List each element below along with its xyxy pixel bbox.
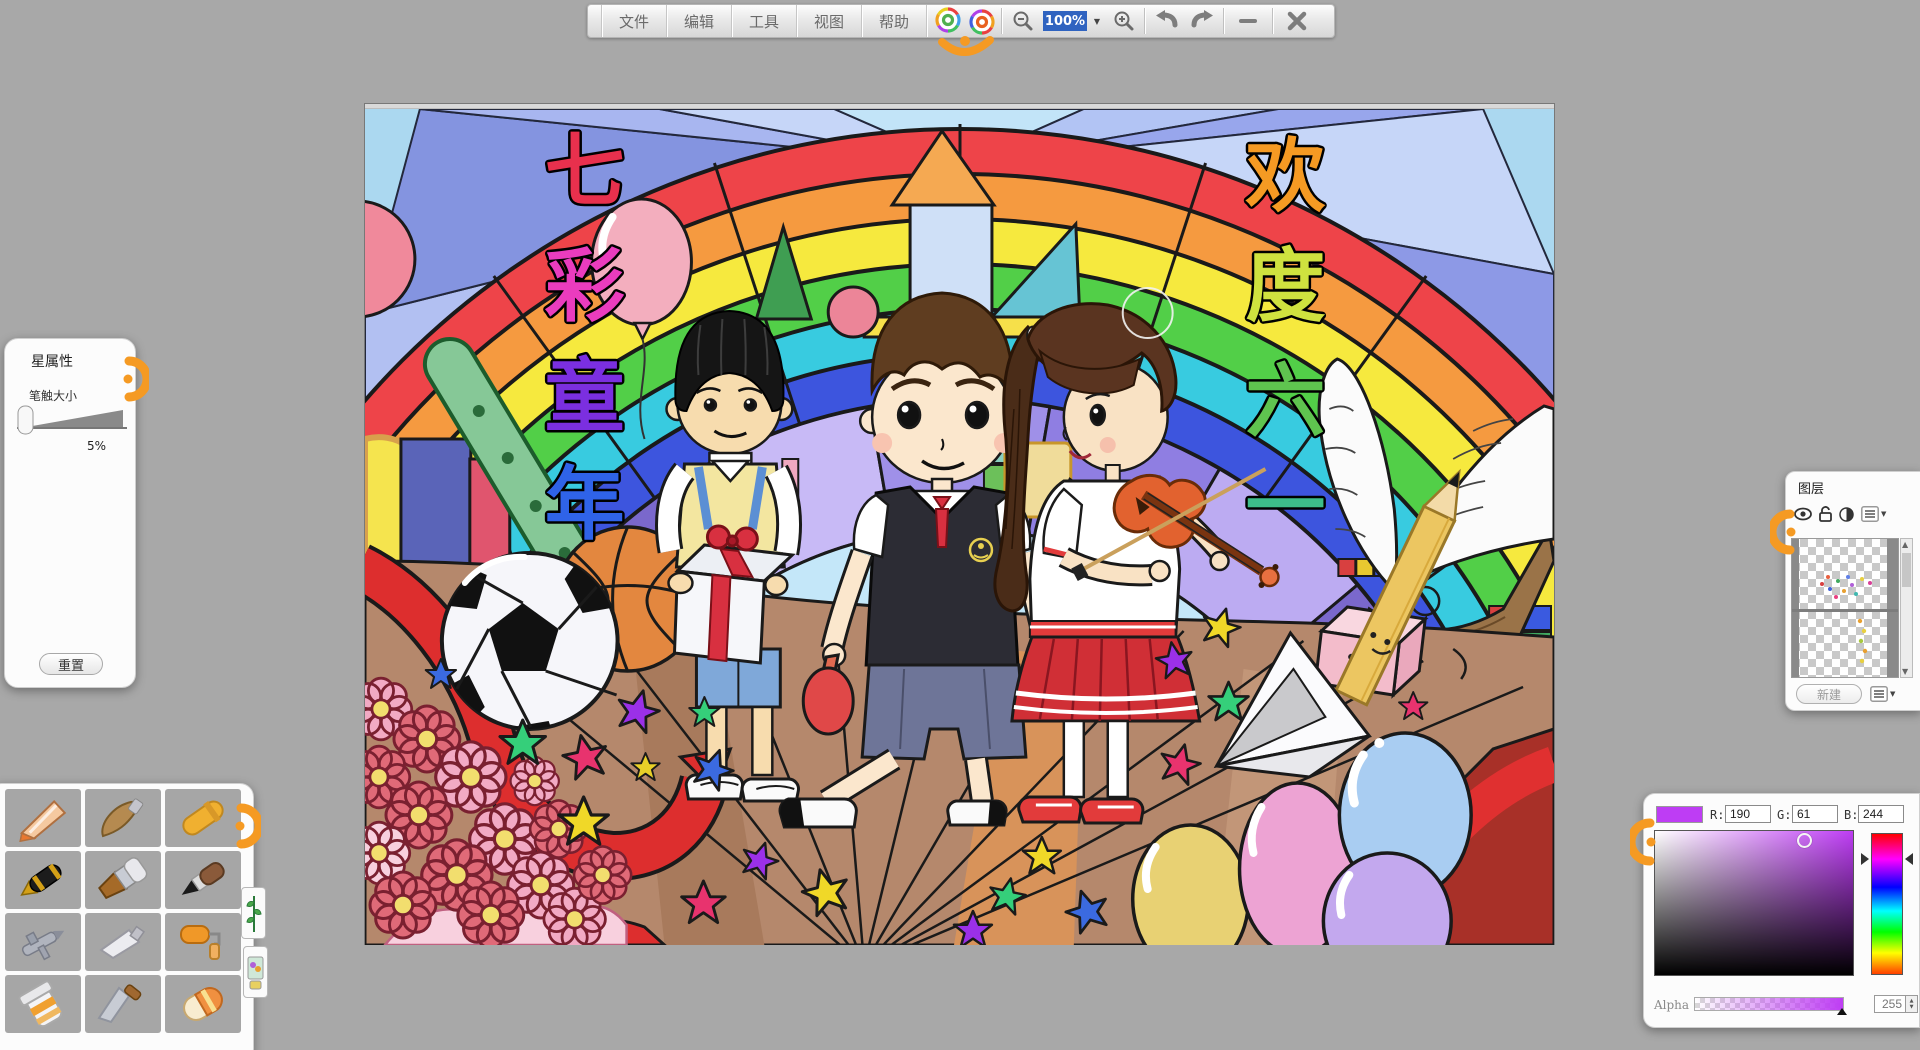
title-char: 一: [1246, 460, 1326, 553]
layers-collapse-handle[interactable]: [1770, 508, 1800, 556]
tool-paint-jar[interactable]: [5, 975, 81, 1033]
saturation-value-picker[interactable]: [1654, 830, 1854, 976]
list-icon: [1870, 686, 1888, 702]
zoom-in-button[interactable]: [1105, 5, 1142, 37]
title-char: 度: [1246, 240, 1326, 333]
r-input[interactable]: [1725, 805, 1771, 823]
alpha-spinner[interactable]: ▲ ▼: [1906, 995, 1918, 1013]
plant-stamp-icon: [246, 892, 262, 934]
b-input[interactable]: [1858, 805, 1904, 823]
hue-marker-right[interactable]: [1905, 853, 1913, 865]
g-input[interactable]: [1792, 805, 1838, 823]
app-clown-logo: [916, 0, 1016, 60]
hue-marker-left[interactable]: [1861, 853, 1869, 865]
tool-airbrush[interactable]: [5, 913, 81, 971]
palette-collapse-handle[interactable]: [231, 802, 261, 850]
star-panel-title: 星属性: [31, 351, 73, 371]
stamp-tab-picture[interactable]: [243, 946, 268, 998]
menu-edit[interactable]: 编辑: [667, 5, 732, 37]
panel-collapse-handle[interactable]: [119, 355, 149, 403]
close-button[interactable]: [1275, 5, 1319, 37]
zoom-level-dropdown[interactable]: ▼: [1089, 5, 1105, 37]
reset-button[interactable]: 重置: [39, 653, 103, 675]
dropdown-caret-icon: ▼: [1890, 690, 1895, 698]
spin-down-icon[interactable]: ▼: [1910, 1004, 1914, 1010]
dropdown-caret-icon: ▼: [1881, 510, 1886, 518]
brush-size-value: 5%: [87, 439, 106, 453]
title-char: 年: [545, 458, 625, 551]
alpha-label: Alpha: [1654, 998, 1689, 1012]
scroll-thumb[interactable]: [1902, 553, 1911, 587]
artwork: 七 彩 童 年 欢 度 六 一: [365, 109, 1554, 945]
toolbar-grip: [588, 5, 602, 37]
tool-palette-knife[interactable]: [85, 975, 161, 1033]
minimize-icon: [1238, 17, 1258, 25]
scroll-up-icon[interactable]: ▲: [1902, 540, 1908, 549]
new-layer-button[interactable]: 新建: [1796, 684, 1862, 704]
layer-scrollbar[interactable]: ▲ ▼: [1900, 538, 1913, 678]
tool-wood-pen[interactable]: [85, 789, 161, 847]
redo-button[interactable]: [1184, 5, 1221, 37]
color-collapse-handle[interactable]: [1630, 816, 1660, 868]
list-icon: [1861, 506, 1879, 522]
alpha-input[interactable]: [1874, 995, 1906, 1013]
current-color-swatch: [1656, 806, 1703, 823]
layer-thumbnails: [1792, 539, 1899, 678]
tool-crayon[interactable]: [165, 789, 241, 847]
layers-panel: 图层 ▼: [1785, 471, 1920, 711]
tool-fountain-pen[interactable]: [5, 851, 81, 909]
slider-thumb[interactable]: [18, 406, 33, 434]
menu-tools[interactable]: 工具: [732, 5, 797, 37]
r-label: R:: [1710, 808, 1724, 822]
title-char: 七: [545, 125, 625, 218]
minimize-button[interactable]: [1226, 5, 1270, 37]
lock-icon[interactable]: [1819, 506, 1832, 522]
brush-palette-panel: [0, 783, 254, 1050]
layer-options-button[interactable]: ▼: [1870, 686, 1895, 702]
close-icon: [1287, 11, 1307, 31]
hue-bar[interactable]: [1871, 833, 1903, 975]
layer-list[interactable]: [1791, 538, 1899, 678]
zoom-in-icon: [1113, 10, 1135, 32]
tool-calligraphy-brush[interactable]: [165, 851, 241, 909]
g-label: G:: [1777, 808, 1791, 822]
picture-stamp-icon: [247, 951, 264, 993]
menu-view[interactable]: 视图: [797, 5, 862, 37]
star-properties-panel: 星属性 笔触大小 5% 重置: [4, 338, 136, 688]
zoom-level-value[interactable]: 100%: [1043, 11, 1087, 31]
b-label: B:: [1844, 808, 1858, 822]
sv-cursor[interactable]: [1797, 833, 1812, 848]
scroll-down-icon[interactable]: ▼: [1902, 667, 1908, 676]
tool-flat-brush[interactable]: [85, 851, 161, 909]
alpha-marker[interactable]: [1837, 1008, 1847, 1015]
alpha-bar[interactable]: [1694, 997, 1844, 1011]
menu-file[interactable]: 文件: [602, 5, 667, 37]
brush-size-label: 笔触大小: [29, 387, 77, 404]
tool-eraser[interactable]: [165, 975, 241, 1033]
title-char: 欢: [1245, 130, 1326, 223]
undo-button[interactable]: [1147, 5, 1184, 37]
layer-menu-button[interactable]: ▼: [1861, 506, 1886, 522]
tool-paint-tube[interactable]: [85, 913, 161, 971]
layers-panel-title: 图层: [1798, 478, 1824, 497]
brush-size-slider[interactable]: [17, 405, 127, 435]
title-char: 童: [545, 350, 625, 443]
title-char: 六: [1246, 355, 1326, 448]
title-char: 彩: [545, 240, 625, 333]
drawing-canvas[interactable]: 七 彩 童 年 欢 度 六 一: [364, 103, 1555, 945]
redo-icon: [1190, 9, 1216, 33]
undo-icon: [1153, 9, 1179, 33]
opacity-icon[interactable]: [1839, 507, 1854, 522]
tool-colored-pencil[interactable]: [5, 789, 81, 847]
color-picker-panel: R: G: B: Alpha ▲ ▼: [1643, 793, 1920, 1028]
tool-paint-roller[interactable]: [165, 913, 241, 971]
stamp-tab-plant[interactable]: [241, 887, 266, 939]
